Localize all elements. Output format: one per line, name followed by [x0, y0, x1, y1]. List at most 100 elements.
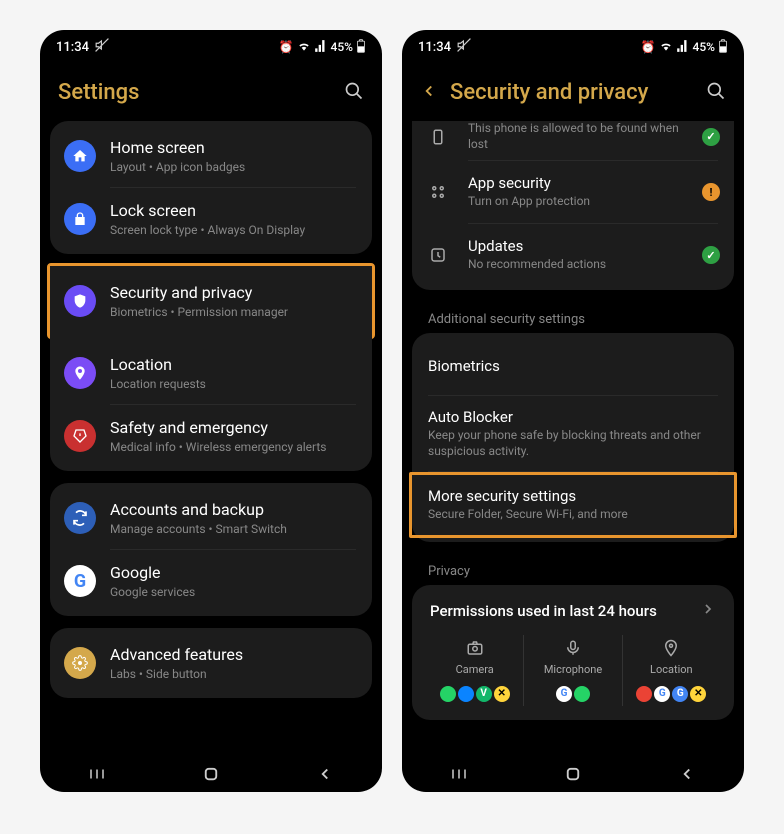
perm-col-camera[interactable]: Camera V✕ [426, 635, 524, 706]
status-ok-icon: ✓ [702, 128, 720, 146]
item-subtitle: Location requests [110, 377, 358, 391]
mute-icon [95, 38, 109, 56]
nav-home-button[interactable] [201, 764, 221, 784]
settings-item-safety-and-emergency[interactable]: Safety and emergency Medical info • Wire… [50, 405, 372, 467]
item-updates[interactable]: Updates No recommended actions ✓ [412, 224, 734, 286]
nav-home-button[interactable] [563, 764, 583, 784]
item-title: Safety and emergency [110, 418, 358, 439]
item-subtitle: Turn on App protection [468, 194, 702, 210]
app-icon: ✕ [494, 686, 510, 702]
item-subtitle: Screen lock type • Always On Display [110, 223, 358, 237]
app-icon [636, 686, 652, 702]
emergency-icon [64, 420, 96, 452]
perm-label: Location [623, 663, 720, 676]
wifi-icon [659, 39, 673, 56]
battery-percent: 45% [331, 40, 353, 54]
app-icon [440, 686, 456, 702]
item-title: Biometrics [428, 357, 718, 375]
status-time: 11:34 [56, 40, 89, 55]
mute-icon [457, 38, 471, 56]
item-title: Updates [468, 237, 702, 255]
battery-icon [718, 39, 728, 56]
section-header-privacy: Privacy [412, 554, 734, 585]
item-more-security-settings[interactable]: More security settings Secure Folder, Se… [412, 475, 734, 535]
header: Security and privacy [402, 60, 744, 121]
item-subtitle: Google services [110, 585, 358, 599]
microphone-icon [524, 639, 621, 659]
status-bar: 11:34 ⏰ 45% [402, 30, 744, 60]
google-icon: G [64, 565, 96, 597]
app-icon: V [476, 686, 492, 702]
alarm-icon: ⏰ [279, 40, 294, 54]
item-subtitle: Secure Folder, Secure Wi-Fi, and more [428, 507, 718, 523]
search-icon [706, 81, 726, 101]
settings-item-advanced-features[interactable]: Advanced features Labs • Side button [50, 632, 372, 694]
status-warn-icon: ! [702, 183, 720, 201]
nav-bar [402, 756, 744, 792]
item-subtitle: Medical info • Wireless emergency alerts [110, 440, 358, 454]
perm-label: Microphone [524, 663, 621, 676]
settings-item-location[interactable]: Location Location requests [50, 342, 372, 404]
item-app-security[interactable]: App security Turn on App protection ! [412, 161, 734, 223]
item-title: Home screen [110, 138, 358, 159]
app-icon: ✕ [690, 686, 706, 702]
search-icon [344, 81, 364, 101]
nav-back-button[interactable] [677, 764, 697, 784]
phone-icon [426, 128, 450, 146]
perms-title: Permissions used in last 24 hours [430, 602, 657, 620]
perm-col-location[interactable]: Location GG✕ [623, 635, 720, 706]
perm-label: Camera [426, 663, 523, 676]
apps-icon [426, 183, 450, 201]
page-title: Security and privacy [450, 80, 648, 105]
settings-item-home-screen[interactable]: Home screen Layout • App icon badges [50, 125, 372, 187]
perm-col-microphone[interactable]: Microphone G [524, 635, 622, 706]
item-title: Accounts and backup [110, 500, 358, 521]
item-subtitle: Manage accounts • Smart Switch [110, 522, 358, 536]
item-subtitle: Layout • App icon badges [110, 160, 358, 174]
nav-bar [40, 756, 382, 792]
item-title: More security settings [428, 487, 718, 505]
item-biometrics[interactable]: Biometrics [412, 337, 734, 395]
shield-icon [64, 285, 96, 317]
nav-recent-button[interactable] [449, 764, 469, 784]
updates-icon [426, 246, 450, 264]
lock-icon [64, 203, 96, 235]
app-icon: G [672, 686, 688, 702]
app-icon [458, 686, 474, 702]
app-icon: G [556, 686, 572, 702]
settings-item-google[interactable]: G Google Google services [50, 550, 372, 612]
permissions-card[interactable]: Permissions used in last 24 hours Camera… [412, 585, 734, 720]
signal-icon [676, 39, 690, 56]
location-icon [623, 639, 720, 659]
security-list[interactable]: This phone is allowed to be found whenlo… [402, 121, 744, 761]
phone-screen-security: 11:34 ⏰ 45% Security and privacy This ph… [402, 30, 744, 792]
search-button[interactable] [344, 81, 364, 105]
back-button[interactable] [420, 81, 438, 105]
item-subtitle: Labs • Side button [110, 667, 358, 681]
page-title: Settings [58, 80, 139, 105]
battery-percent: 45% [693, 40, 715, 54]
item-title: Security and privacy [110, 283, 358, 304]
section-header-additional: Additional security settings [412, 302, 734, 333]
alarm-icon: ⏰ [641, 40, 656, 54]
search-button[interactable] [706, 81, 726, 105]
item-subtitle: This phone is allowed to be found whenlo… [468, 121, 702, 152]
status-time: 11:34 [418, 40, 451, 55]
settings-item-lock-screen[interactable]: Lock screen Screen lock type • Always On… [50, 188, 372, 250]
item-auto-blocker[interactable]: Auto Blocker Keep your phone safe by blo… [412, 396, 734, 471]
location-icon [64, 357, 96, 389]
item-title: Advanced features [110, 645, 358, 666]
item-title: Lock screen [110, 201, 358, 222]
item-title: Location [110, 355, 358, 376]
nav-back-button[interactable] [315, 764, 335, 784]
nav-recent-button[interactable] [87, 764, 107, 784]
settings-list[interactable]: Home screen Layout • App icon badges Loc… [40, 121, 382, 761]
app-icon: G [654, 686, 670, 702]
item-subtitle: Keep your phone safe by blocking threats… [428, 428, 718, 459]
signal-icon [314, 39, 328, 56]
phone-screen-settings: 11:34 ⏰ 45% Settings Hom [40, 30, 382, 792]
settings-item-accounts-and-backup[interactable]: Accounts and backup Manage accounts • Sm… [50, 487, 372, 549]
advanced-icon [64, 647, 96, 679]
settings-item-security-and-privacy[interactable]: Security and privacy Biometrics • Permis… [50, 270, 372, 332]
item-lost-phone-partial[interactable]: This phone is allowed to be found whenlo… [412, 121, 734, 160]
